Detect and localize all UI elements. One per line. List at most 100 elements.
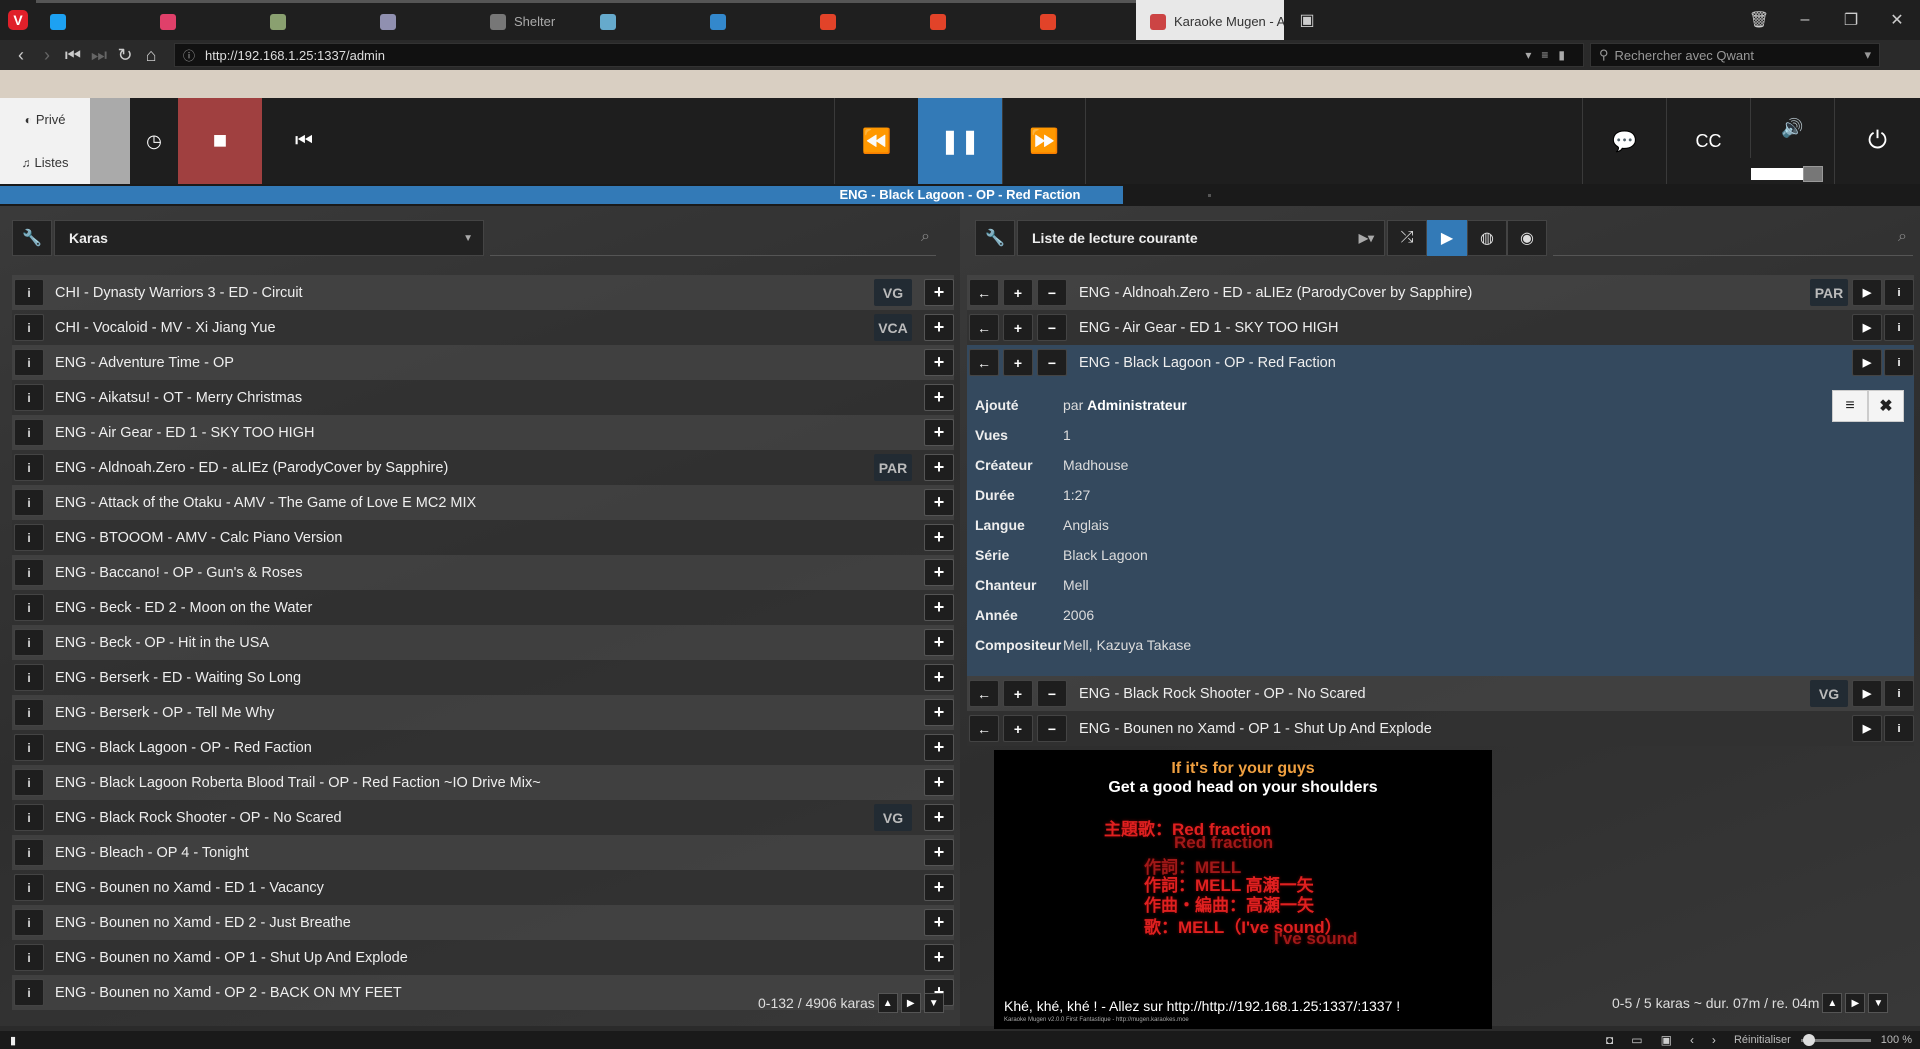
play-icon[interactable]: ▶ (1852, 349, 1882, 376)
move-left-icon[interactable]: ← (969, 349, 999, 376)
library-row[interactable]: i ENG - Adventure Time - OP + (12, 345, 954, 380)
info-icon[interactable]: i (14, 804, 44, 831)
vivaldi-menu-icon[interactable]: V (8, 10, 28, 30)
scroll-up-icon[interactable]: ▲ (1822, 993, 1843, 1013)
info-icon[interactable]: i (14, 944, 44, 971)
info-icon[interactable]: i (1884, 314, 1914, 341)
browser-tab[interactable] (916, 0, 1026, 40)
add-icon[interactable]: + (1003, 680, 1033, 707)
move-left-icon[interactable]: ← (969, 279, 999, 306)
browser-tab[interactable] (1026, 0, 1136, 40)
library-row[interactable]: i ENG - Berserk - ED - Waiting So Long + (12, 660, 954, 695)
add-to-playlist-button[interactable]: + (924, 384, 954, 411)
home-icon[interactable]: ⌂ (138, 45, 164, 66)
remove-icon[interactable]: − (1037, 715, 1067, 742)
add-to-playlist-button[interactable]: + (924, 874, 954, 901)
wrench-icon[interactable]: 🔧 (12, 220, 52, 256)
volume-button[interactable]: 🔊 (1750, 98, 1834, 158)
info-icon[interactable]: i (14, 909, 44, 936)
library-row[interactable]: i ENG - Black Lagoon - OP - Red Faction + (12, 730, 954, 765)
browser-tab[interactable] (586, 0, 696, 40)
info-icon[interactable]: i (14, 454, 44, 481)
chevron-down-icon[interactable]: ▾ (1864, 47, 1871, 63)
info-icon[interactable]: i (14, 874, 44, 901)
library-row[interactable]: i ENG - Beck - ED 2 - Moon on the Water + (12, 590, 954, 625)
info-icon[interactable]: i (14, 489, 44, 516)
library-selector[interactable]: Karas ▼ (54, 220, 484, 256)
library-row[interactable]: i ENG - BTOOOM - AMV - Calc Piano Version… (12, 520, 954, 555)
playlist-row[interactable]: ← + − ENG - Air Gear - ED 1 - SKY TOO HIGH ▶… (967, 310, 1914, 345)
globe-icon[interactable]: ◍ (1467, 220, 1507, 256)
volume-slider[interactable] (1751, 166, 1823, 182)
library-row[interactable]: i ENG - Beck - OP - Hit in the USA + (12, 625, 954, 660)
info-icon[interactable]: i (14, 629, 44, 656)
library-row[interactable]: i ENG - Black Rock Shooter - OP - No Scar… (12, 800, 954, 835)
library-row[interactable]: i ENG - Black Lagoon Roberta Blood Trail … (12, 765, 954, 800)
add-icon[interactable]: + (1003, 279, 1033, 306)
tab-karaoke-mugen[interactable]: Karaoke Mugen - ADM (1136, 0, 1284, 40)
playlist-row[interactable]: ← + − ENG - Bounen no Xamd - OP 1 - Shut Up… (967, 711, 1914, 746)
info-icon[interactable]: i (14, 384, 44, 411)
eye-icon[interactable]: ◉ (1507, 220, 1547, 256)
forward-icon[interactable]: › (34, 45, 60, 66)
add-to-playlist-button[interactable]: + (924, 664, 954, 691)
song-progress-bar[interactable]: ENG - Black Lagoon - OP - Red Faction (0, 184, 1920, 206)
add-to-playlist-button[interactable]: + (924, 314, 954, 341)
scroll-down-icon[interactable]: ▼ (923, 993, 944, 1013)
previous-button[interactable]: ⏮ (262, 98, 346, 184)
library-row[interactable]: i ENG - Aldnoah.Zero - ED - aLIEz (Parody… (12, 450, 954, 485)
subtitles-button[interactable]: CC (1666, 98, 1750, 184)
scroll-play-icon[interactable]: ▶ (1845, 993, 1866, 1013)
library-row[interactable]: i ENG - Bounen no Xamd - OP 1 - Shut Up A… (12, 940, 954, 975)
add-to-playlist-button[interactable]: + (924, 769, 954, 796)
fast-forward-history-icon[interactable]: ⏭ (86, 45, 112, 66)
message-button[interactable]: 💬 (1582, 98, 1666, 184)
add-to-playlist-button[interactable]: + (924, 734, 954, 761)
browser-tab[interactable] (256, 0, 366, 40)
library-row[interactable]: i ENG - Berserk - OP - Tell Me Why + (12, 695, 954, 730)
scroll-up-icon[interactable]: ▲ (877, 993, 898, 1013)
info-icon[interactable]: i (14, 349, 44, 376)
close-window-icon[interactable]: ✕ (1874, 10, 1920, 30)
info-icon[interactable]: i (1884, 349, 1914, 376)
video-camera-icon[interactable]: ▶ (1427, 220, 1467, 256)
minimize-icon[interactable]: – (1782, 11, 1828, 29)
play-icon[interactable]: ▶ (1852, 279, 1882, 306)
info-icon[interactable]: i (14, 559, 44, 586)
info-icon[interactable]: i (1884, 279, 1914, 306)
info-icon[interactable]: i (1884, 680, 1914, 707)
add-to-playlist-button[interactable]: + (924, 559, 954, 586)
move-left-icon[interactable]: ← (969, 314, 999, 341)
reset-zoom-button[interactable]: Réinitialiser (1734, 1034, 1791, 1046)
playlist-row[interactable]: ← + − ENG - Aldnoah.Zero - ED - aLIEz (Paro… (967, 275, 1914, 310)
library-row[interactable]: i ENG - Attack of the Otaku - AMV - The G… (12, 485, 954, 520)
reload-icon[interactable]: ↻ (112, 45, 138, 66)
add-to-playlist-button[interactable]: + (924, 909, 954, 936)
url-field[interactable]: ⓘ http://192.168.1.25:1337/admin ▾≡▮ (174, 43, 1584, 67)
library-row[interactable]: i ENG - Bleach - OP 4 - Tonight + (12, 835, 954, 870)
browser-tab[interactable]: Shelter (476, 0, 586, 40)
library-row[interactable]: i ENG - Bounen no Xamd - ED 1 - Vacancy + (12, 870, 954, 905)
add-icon[interactable]: + (1003, 314, 1033, 341)
info-icon[interactable]: i (14, 314, 44, 341)
add-icon[interactable]: + (1003, 715, 1033, 742)
info-icon[interactable]: i (14, 664, 44, 691)
wrench-icon[interactable]: 🔧 (975, 220, 1015, 256)
info-icon[interactable]: i (14, 839, 44, 866)
playlist-selector[interactable]: Liste de lecture courante ▶▾ (1017, 220, 1385, 256)
lists-button[interactable]: ♫ Listes (0, 141, 90, 184)
move-left-icon[interactable]: ← (969, 715, 999, 742)
volume-knob[interactable] (1803, 166, 1823, 182)
browser-tab[interactable] (366, 0, 476, 40)
zoom-slider[interactable] (1800, 1033, 1871, 1046)
stop-button[interactable]: ■ (178, 98, 262, 184)
add-to-playlist-button[interactable]: + (924, 594, 954, 621)
panel-toggle-strip[interactable] (90, 98, 130, 184)
remove-icon[interactable]: − (1037, 680, 1067, 707)
remove-icon[interactable]: − (1037, 349, 1067, 376)
browser-tab[interactable] (696, 0, 806, 40)
library-search-input[interactable]: ⌕ (490, 220, 936, 256)
forward-button[interactable]: ⏩ (1002, 98, 1086, 184)
details-list-icon[interactable]: ≡ (1832, 390, 1868, 422)
playlist-search-input[interactable]: ⌕ (1553, 220, 1913, 256)
